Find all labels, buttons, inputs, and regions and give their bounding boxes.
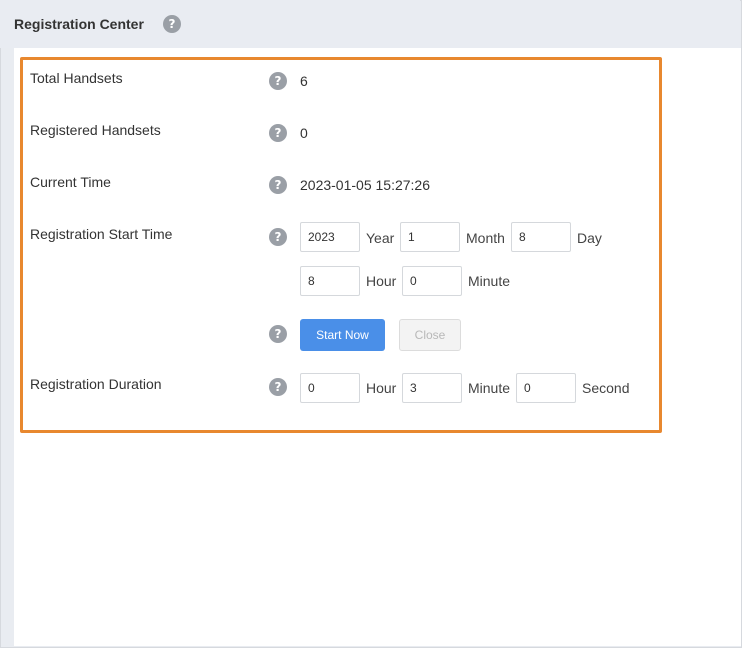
minute-unit-label: Minute [468,273,511,289]
help-icon[interactable]: ? [269,176,287,194]
help-icon[interactable]: ? [269,228,287,246]
help-icon[interactable]: ? [163,15,181,33]
page-title: Registration Center [14,16,144,32]
start-now-button[interactable]: Start Now [300,319,385,351]
help-icon[interactable]: ? [269,325,287,343]
start-day-input[interactable] [511,222,571,252]
current-time-label: Current Time [30,174,111,190]
help-icon[interactable]: ? [269,124,287,142]
duration-hour-unit-label: Hour [366,380,397,396]
registration-duration-label: Registration Duration [30,376,162,392]
help-icon[interactable]: ? [269,378,287,396]
start-minute-input[interactable] [402,266,462,296]
duration-minute-input[interactable] [402,373,462,403]
registration-start-time-label: Registration Start Time [30,226,173,242]
duration-minute-unit-label: Minute [468,380,511,396]
close-button[interactable]: Close [399,319,461,351]
start-month-input[interactable] [400,222,460,252]
day-unit-label: Day [577,230,602,246]
month-unit-label: Month [466,230,505,246]
total-handsets-value: 6 [300,73,308,89]
current-time-value: 2023-01-05 15:27:26 [300,177,430,193]
duration-hour-input[interactable] [300,373,360,403]
start-hour-input[interactable] [300,266,360,296]
registered-handsets-value: 0 [300,125,308,141]
hour-unit-label: Hour [366,273,397,289]
year-unit-label: Year [366,230,395,246]
duration-second-unit-label: Second [582,380,630,396]
duration-second-input[interactable] [516,373,576,403]
page-header: Registration Center ? [0,0,740,48]
registered-handsets-label: Registered Handsets [30,122,161,138]
start-year-input[interactable] [300,222,360,252]
total-handsets-label: Total Handsets [30,70,123,86]
help-icon[interactable]: ? [269,72,287,90]
